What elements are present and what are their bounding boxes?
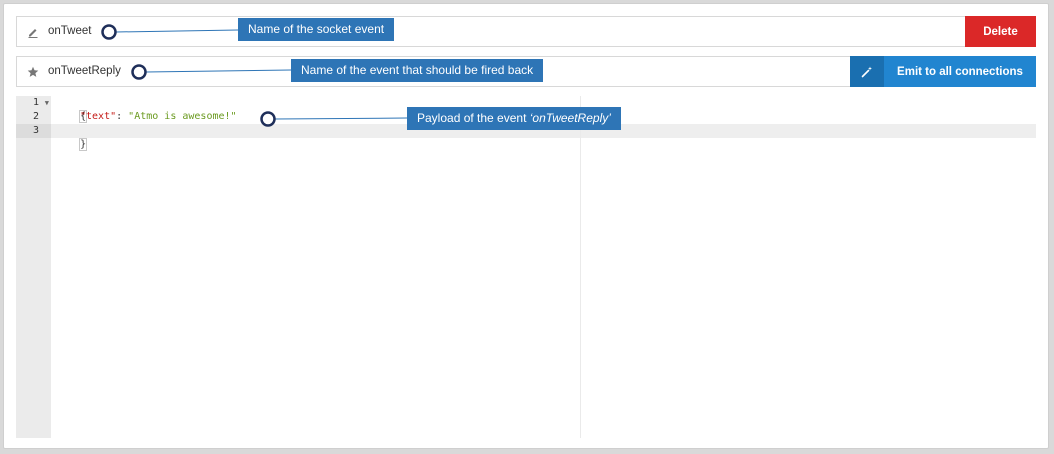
event-name-input[interactable]: onTweet [48,25,91,37]
magic-wand-icon [850,56,884,87]
line-number: 1 ▼ [32,96,49,110]
editor-gutter [16,96,51,438]
payload-editor[interactable]: 1 ▼ 2 3 { "text": "Atmo is awesome!" } [16,96,1036,438]
code-line[interactable]: { [55,96,88,123]
annotation-socket-event: Name of the socket event [238,18,395,41]
line-number: 3 [16,124,51,138]
print-margin [580,96,581,438]
annotation-fired-back: Name of the event that should be fired b… [291,59,544,82]
reply-event-input[interactable]: onTweetReply [48,65,121,77]
star-icon [26,65,40,79]
line-number: 2 [32,111,39,122]
emit-button-label: Emit to all connections [897,65,1023,78]
delete-button[interactable]: Delete [965,16,1036,47]
event-name-row[interactable]: onTweet [16,16,1036,47]
code-line[interactable]: } [55,124,88,151]
emit-to-all-button[interactable]: Emit to all connections [850,56,1036,87]
fold-arrow-icon[interactable]: ▼ [45,96,49,110]
code-line[interactable]: "text": "Atmo is awesome!" [80,110,237,124]
json-value: "Atmo is awesome!" [128,111,237,122]
annotation-payload: Payload of the event ‘onTweetReply’ [407,107,621,130]
pencil-icon [26,25,40,39]
json-key: "text" [80,111,117,122]
